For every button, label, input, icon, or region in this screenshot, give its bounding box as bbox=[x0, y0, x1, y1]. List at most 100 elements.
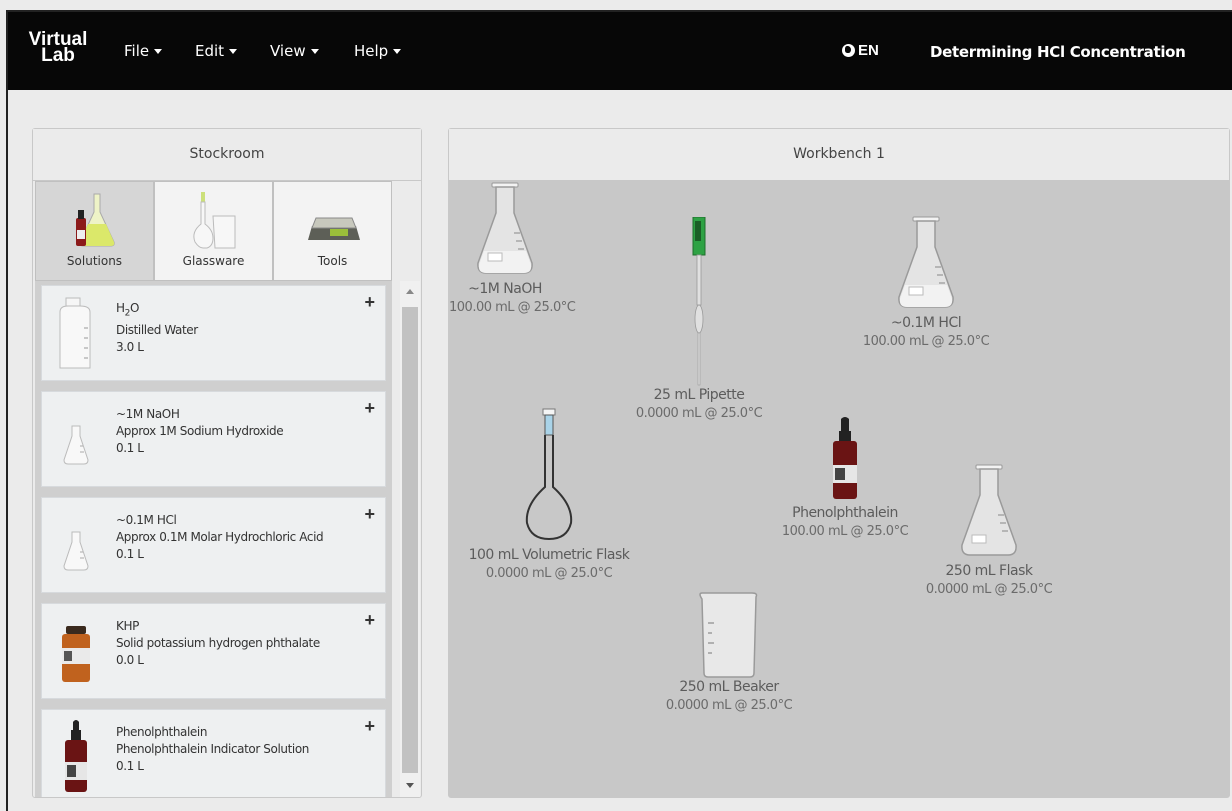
stockroom-panel: Stockroom Solutions Glassware Tools H2O … bbox=[32, 128, 422, 798]
250ml-flask-name: 250 mL Flask bbox=[945, 563, 1033, 579]
list-item-naoh[interactable]: ~1M NaOH Approx 1M Sodium Hydroxide 0.1 … bbox=[41, 391, 386, 487]
chevron-down-icon bbox=[310, 49, 319, 54]
bench-item-volumetric-flask[interactable]: 100 mL Volumetric Flask 0.0000 mL @ 25.0… bbox=[449, 407, 649, 581]
water-text: H2O Distilled Water 3.0 L bbox=[116, 300, 198, 356]
stockroom-scrollbar[interactable] bbox=[400, 281, 420, 797]
hcl-description: Approx 0.1M Molar Hydrochloric Acid bbox=[116, 530, 324, 544]
list-item-water[interactable]: H2O Distilled Water 3.0 L + bbox=[41, 285, 386, 381]
top-navbar: Virtual Lab File Edit View Help EN Deter… bbox=[8, 12, 1232, 90]
volumetric-flask-name: 100 mL Volumetric Flask bbox=[468, 547, 630, 563]
hcl-volume: 0.1 L bbox=[116, 547, 144, 561]
scrollbar-thumb[interactable] bbox=[402, 307, 418, 773]
solutions-icon bbox=[76, 193, 115, 247]
language-label: EN bbox=[858, 42, 879, 59]
phenolphthalein-text: Phenolphthalein Phenolphthalein Indicato… bbox=[116, 724, 309, 775]
water-description: Distilled Water bbox=[116, 323, 198, 338]
water-jug-icon bbox=[59, 297, 91, 369]
volumetric-flask-icon bbox=[525, 408, 573, 541]
pipette-icon bbox=[692, 217, 706, 386]
tab-tools[interactable]: Tools bbox=[273, 181, 392, 281]
khp-description: Solid potassium hydrogen phthalate bbox=[116, 636, 320, 650]
tab-tools-label: Tools bbox=[317, 254, 348, 268]
add-phenolphthalein-button[interactable]: + bbox=[364, 716, 375, 737]
add-hcl-button[interactable]: + bbox=[364, 504, 375, 525]
flask-icon bbox=[63, 531, 89, 571]
volumetric-flask-state: 0.0000 mL @ 25.0°C bbox=[485, 566, 613, 581]
assignment-title: Determining HCl Concentration bbox=[930, 43, 1186, 61]
hcl-flask-name: ~0.1M HCl bbox=[890, 315, 962, 331]
pipette-name: 25 mL Pipette bbox=[653, 387, 745, 403]
workbench-panel: Workbench 1 ~1M NaOH 100.00 mL @ 25.0°C bbox=[448, 128, 1230, 798]
water-formula: H2O bbox=[116, 301, 139, 319]
chevron-down-icon bbox=[393, 49, 402, 54]
stockroom-tabs: Solutions Glassware Tools bbox=[35, 181, 392, 281]
beaker-icon bbox=[699, 592, 758, 678]
250ml-flask-state: 0.0000 mL @ 25.0°C bbox=[925, 582, 1053, 597]
list-item-phenolphthalein[interactable]: Phenolphthalein Phenolphthalein Indicato… bbox=[41, 709, 386, 797]
add-water-button[interactable]: + bbox=[364, 292, 375, 313]
bench-item-phenolphthalein[interactable]: Phenolphthalein 100.00 mL @ 25.0°C bbox=[767, 417, 923, 539]
tab-glassware-label: Glassware bbox=[182, 254, 245, 268]
scroll-down-arrow-icon[interactable] bbox=[400, 775, 420, 795]
khp-volume: 0.0 L bbox=[116, 653, 144, 667]
hcl-flask-state: 100.00 mL @ 25.0°C bbox=[862, 334, 990, 349]
hcl-name: ~0.1M HCl bbox=[116, 513, 177, 527]
naoh-flask-name: ~1M NaOH bbox=[468, 281, 542, 297]
bench-item-naoh-flask[interactable]: ~1M NaOH 100.00 mL @ 25.0°C bbox=[449, 181, 576, 315]
bench-item-hcl-flask[interactable]: ~0.1M HCl 100.00 mL @ 25.0°C bbox=[847, 215, 1005, 349]
phenolphthalein-name: Phenolphthalein bbox=[116, 725, 208, 739]
chevron-down-icon bbox=[229, 49, 238, 54]
chevron-down-icon bbox=[154, 49, 163, 54]
dropper-bottle-icon bbox=[65, 720, 87, 792]
stockroom-title: Stockroom bbox=[33, 129, 421, 181]
bench-item-pipette[interactable]: 25 mL Pipette 0.0000 mL @ 25.0°C bbox=[619, 217, 779, 421]
naoh-description: Approx 1M Sodium Hydroxide bbox=[116, 424, 284, 438]
menu-edit-label: Edit bbox=[195, 42, 225, 60]
erlenmeyer-flask-icon bbox=[898, 216, 954, 308]
app-window: Virtual Lab File Edit View Help EN Deter… bbox=[6, 10, 1232, 811]
khp-name: KHP bbox=[116, 619, 139, 633]
menu-file[interactable]: File bbox=[124, 42, 163, 60]
naoh-volume: 0.1 L bbox=[116, 441, 144, 455]
beaker-name: 250 mL Beaker bbox=[679, 679, 779, 695]
list-item-hcl[interactable]: ~0.1M HCl Approx 0.1M Molar Hydrochloric… bbox=[41, 497, 386, 593]
dropper-bottle-icon bbox=[833, 417, 857, 499]
tab-solutions[interactable]: Solutions bbox=[35, 181, 154, 281]
workbench-title: Workbench 1 bbox=[449, 129, 1229, 181]
language-selector[interactable]: EN bbox=[842, 42, 879, 59]
erlenmeyer-flask-icon bbox=[477, 182, 533, 274]
water-volume: 3.0 L bbox=[116, 340, 144, 355]
menu-view[interactable]: View bbox=[270, 42, 319, 60]
phenolphthalein-description: Phenolphthalein Indicator Solution bbox=[116, 742, 309, 756]
globe-icon bbox=[842, 44, 855, 57]
phenolphthalein-bench-name: Phenolphthalein bbox=[792, 505, 898, 521]
jar-icon bbox=[62, 626, 90, 682]
add-naoh-button[interactable]: + bbox=[364, 398, 375, 419]
list-item-khp[interactable]: KHP Solid potassium hydrogen phthalate 0… bbox=[41, 603, 386, 699]
tab-glassware[interactable]: Glassware bbox=[154, 181, 273, 281]
menu-view-label: View bbox=[270, 42, 306, 60]
scroll-up-arrow-icon[interactable] bbox=[400, 283, 420, 303]
tab-solutions-label: Solutions bbox=[66, 254, 123, 268]
glassware-icon bbox=[193, 192, 236, 249]
tools-icon bbox=[308, 217, 360, 240]
bench-item-250ml-flask[interactable]: 250 mL Flask 0.0000 mL @ 25.0°C bbox=[909, 463, 1069, 597]
workbench-area[interactable]: ~1M NaOH 100.00 mL @ 25.0°C 25 mL Pipett… bbox=[449, 181, 1229, 797]
khp-text: KHP Solid potassium hydrogen phthalate 0… bbox=[116, 618, 320, 669]
naoh-flask-state: 100.00 mL @ 25.0°C bbox=[449, 300, 576, 315]
hcl-text: ~0.1M HCl Approx 0.1M Molar Hydrochloric… bbox=[116, 512, 324, 563]
add-khp-button[interactable]: + bbox=[364, 610, 375, 631]
menu-help[interactable]: Help bbox=[354, 42, 402, 60]
flask-icon bbox=[63, 425, 89, 465]
phenolphthalein-bench-state: 100.00 mL @ 25.0°C bbox=[781, 524, 909, 539]
solutions-list: H2O Distilled Water 3.0 L + ~1M NaOH App… bbox=[35, 281, 392, 797]
erlenmeyer-flask-icon bbox=[961, 464, 1017, 556]
virtual-lab-logo[interactable]: Virtual Lab bbox=[28, 30, 88, 65]
menu-file-label: File bbox=[124, 42, 150, 60]
bench-item-beaker[interactable]: 250 mL Beaker 0.0000 mL @ 25.0°C bbox=[649, 589, 809, 713]
menu-help-label: Help bbox=[354, 42, 389, 60]
phenolphthalein-volume: 0.1 L bbox=[116, 759, 144, 773]
menu-edit[interactable]: Edit bbox=[195, 42, 238, 60]
naoh-name: ~1M NaOH bbox=[116, 407, 180, 421]
beaker-state: 0.0000 mL @ 25.0°C bbox=[665, 698, 793, 713]
